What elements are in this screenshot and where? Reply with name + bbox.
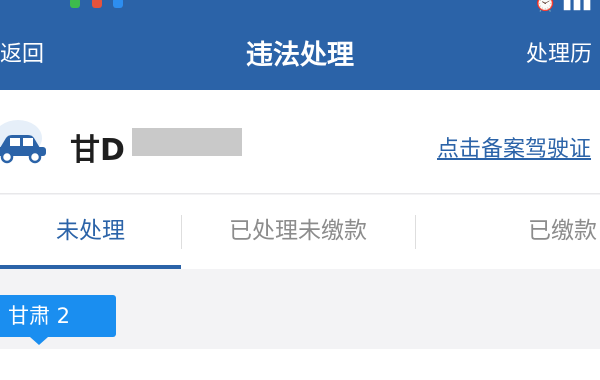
list-item[interactable]: [0, 349, 600, 380]
page-title: 违法处理: [246, 40, 354, 71]
redaction-mask: [132, 128, 242, 156]
signal-icon: ▮▮▮: [562, 0, 592, 13]
tab-unprocessed[interactable]: 未处理: [0, 195, 181, 269]
status-bar-left: [66, 0, 124, 13]
content-area: 甘肃 2: [0, 269, 600, 380]
status-bar: ⏰ ▮▮▮: [0, 0, 600, 16]
history-button[interactable]: 处理历: [526, 36, 592, 68]
badge-pointer: [30, 337, 48, 345]
vehicle-card: 甘D 点击备案驾驶证: [0, 90, 600, 194]
status-bar-right: ⏰ ▮▮▮: [534, 0, 592, 13]
app-header: 返回 违法处理 处理历: [0, 16, 600, 90]
plate-number: 甘D: [70, 133, 125, 168]
notification-icon: [70, 0, 80, 8]
tab-bar: 未处理 已处理未缴款 已缴款: [0, 195, 600, 269]
region-badge: 甘肃 2: [0, 295, 116, 337]
notification-icon: [91, 0, 102, 8]
register-license-link[interactable]: 点击备案驾驶证: [437, 131, 591, 163]
tab-paid[interactable]: 已缴款: [415, 195, 600, 269]
notification-icon: [113, 0, 124, 8]
car-icon: [0, 120, 46, 164]
tab-processed-unpaid[interactable]: 已处理未缴款: [181, 195, 415, 269]
alarm-icon: ⏰: [534, 0, 557, 13]
